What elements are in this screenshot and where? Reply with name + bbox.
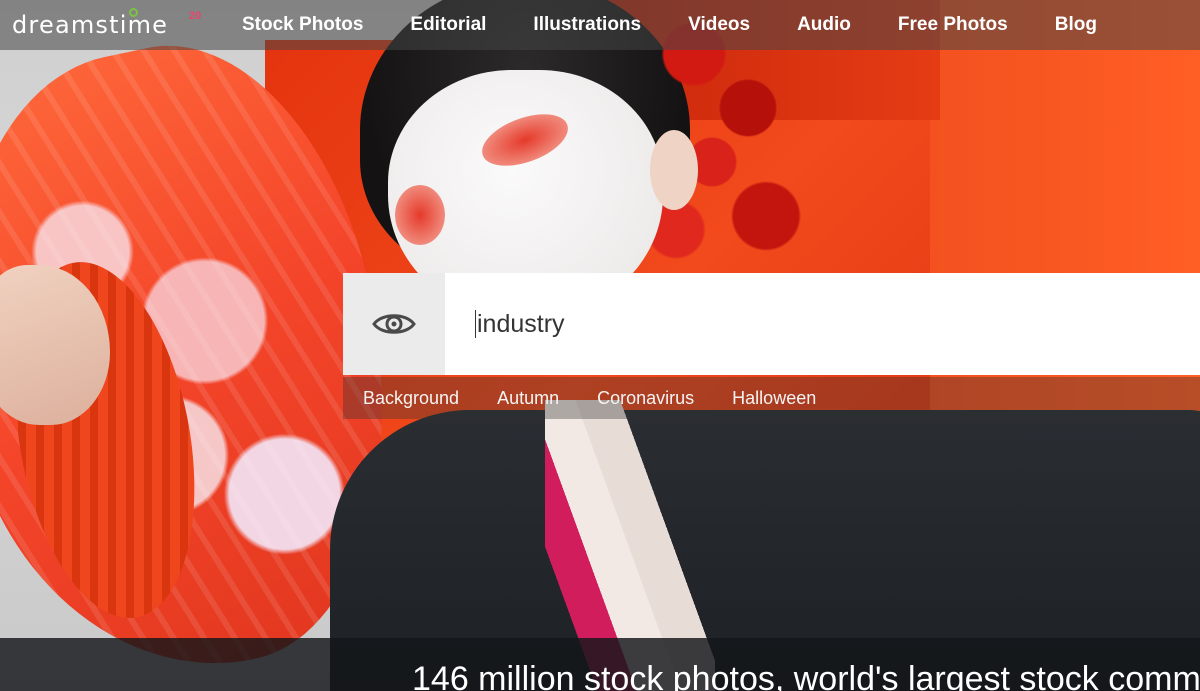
homepage: dreamstime 20 Stock Photos Editorial Ill… <box>0 0 1200 691</box>
tagline-band: 146 million stock photos, world's larges… <box>0 638 1200 691</box>
top-navigation: dreamstime 20 Stock Photos Editorial Ill… <box>0 0 1200 50</box>
search-input[interactable] <box>477 309 1200 339</box>
logo-wordmark: dreamstime <box>12 11 169 39</box>
search-type-button[interactable] <box>343 273 445 375</box>
nav-free-photos[interactable]: Free Photos <box>898 14 1008 36</box>
anniversary-badge: 20 <box>189 10 202 22</box>
suggested-tags: Background Autumn Coronavirus Halloween <box>343 377 1200 419</box>
hero-tagline: 146 million stock photos, world's larges… <box>412 660 1200 691</box>
main-menu: Stock Photos Editorial Illustrations Vid… <box>242 0 1144 50</box>
tag-background[interactable]: Background <box>363 388 459 409</box>
search-bar <box>343 273 1200 375</box>
search-field[interactable] <box>445 273 1200 375</box>
eye-makeup-left <box>395 185 445 245</box>
nav-stock-photos[interactable]: Stock Photos <box>242 14 363 36</box>
text-cursor <box>475 310 476 338</box>
nav-blog[interactable]: Blog <box>1055 14 1097 36</box>
tag-autumn[interactable]: Autumn <box>497 388 559 409</box>
nav-videos[interactable]: Videos <box>688 14 750 36</box>
logo-dot-icon <box>129 8 138 17</box>
nav-illustrations[interactable]: Illustrations <box>533 14 641 36</box>
tag-coronavirus[interactable]: Coronavirus <box>597 388 694 409</box>
tag-halloween[interactable]: Halloween <box>732 388 816 409</box>
ear <box>650 130 698 210</box>
nav-audio[interactable]: Audio <box>797 14 851 36</box>
nav-editorial[interactable]: Editorial <box>410 14 486 36</box>
eye-icon <box>372 314 416 334</box>
dreamstime-logo[interactable]: dreamstime 20 <box>12 0 201 50</box>
